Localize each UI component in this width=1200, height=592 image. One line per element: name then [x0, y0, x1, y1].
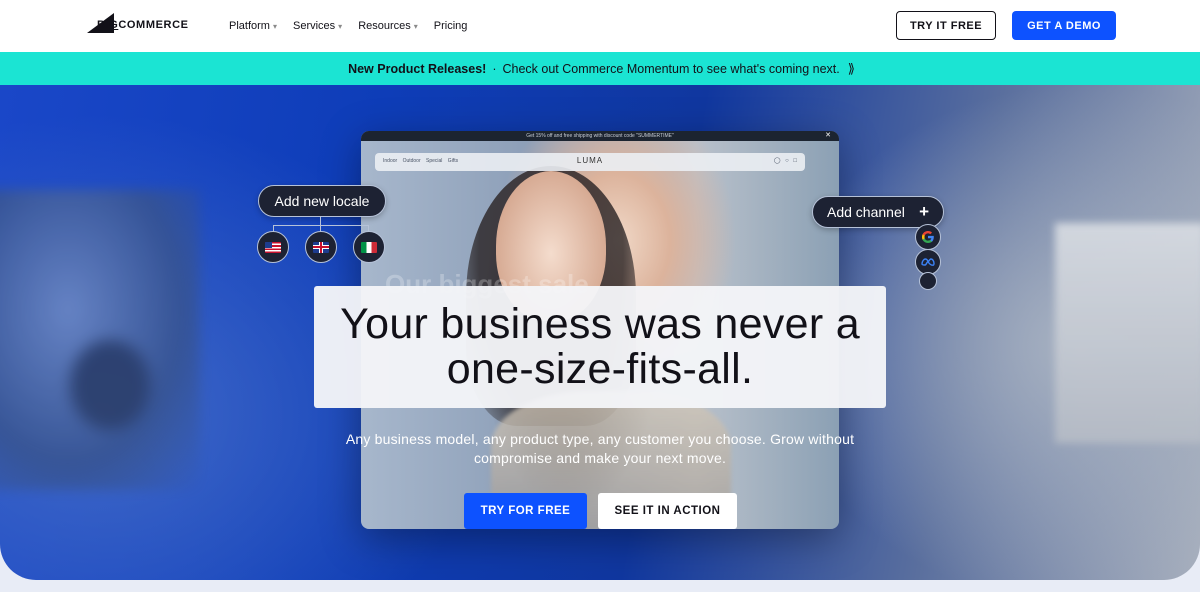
- announcement-banner[interactable]: New Product Releases! · Check out Commer…: [0, 52, 1200, 85]
- nav-resources[interactable]: Resources ▾: [358, 20, 418, 32]
- connector-line: [320, 217, 321, 225]
- mockup-icons: ◯ ○ □: [773, 158, 797, 164]
- mockup-navbar: Indoor Outdoor Special Gifts LUMA ◯ ○ □: [375, 153, 805, 171]
- hero-headline: Your business was never a one-size-fits-…: [340, 302, 860, 392]
- locale-label: Add new locale: [274, 193, 370, 209]
- try-it-free-button[interactable]: TRY IT FREE: [896, 11, 996, 40]
- see-it-in-action-button[interactable]: SEE IT IN ACTION: [598, 493, 737, 529]
- logo-text: BIGCOMMERCE: [97, 19, 189, 31]
- channel-label: Add channel: [827, 204, 905, 220]
- plus-icon: +: [919, 202, 929, 221]
- headline-line-2: one-size-fits-all.: [446, 345, 754, 393]
- chevron-down-icon: ▾: [272, 21, 277, 31]
- top-nav: BIGCOMMERCE Platform ▾ Services ▾ Resour…: [0, 0, 1200, 52]
- hero-section: Get 15% off and free shipping with disco…: [0, 85, 1200, 580]
- nav-resources-label: Resources: [358, 20, 411, 32]
- nav-services[interactable]: Services ▾: [293, 20, 342, 32]
- nav-platform-label: Platform: [229, 20, 270, 32]
- chevron-down-icon: ▾: [413, 21, 418, 31]
- nav-pricing[interactable]: Pricing: [434, 20, 468, 32]
- channel-icon[interactable]: [919, 272, 937, 290]
- banner-title: New Product Releases!: [348, 61, 487, 76]
- banner-separator: ·: [492, 61, 497, 76]
- nav-links: Platform ▾ Services ▾ Resources ▾ Pricin…: [229, 0, 467, 52]
- double-chevron-right-icon: ⟩⟩: [847, 60, 855, 76]
- close-icon: ✕: [825, 132, 831, 139]
- uk-flag-icon[interactable]: [305, 231, 337, 263]
- italy-flag-icon[interactable]: [353, 231, 385, 263]
- us-flag-icon[interactable]: [257, 231, 289, 263]
- get-a-demo-button[interactable]: GET A DEMO: [1012, 11, 1116, 40]
- try-for-free-button[interactable]: TRY FOR FREE: [464, 493, 587, 529]
- banner-text: Check out Commerce Momentum to see what'…: [502, 61, 840, 76]
- add-channel-pill[interactable]: Add channel +: [812, 196, 944, 228]
- chevron-down-icon: ▾: [338, 21, 343, 31]
- hero-subheadline: Any business model, any product type, an…: [345, 431, 855, 466]
- nav-pricing-label: Pricing: [433, 20, 468, 32]
- blurred-background-image: [1055, 223, 1200, 443]
- mockup-promo-bar: Get 15% off and free shipping with disco…: [361, 131, 839, 141]
- google-icon[interactable]: [915, 224, 941, 250]
- nav-services-label: Services: [292, 20, 336, 32]
- headline-card: Your business was never a one-size-fits-…: [314, 286, 886, 408]
- add-new-locale-pill[interactable]: Add new locale: [258, 185, 386, 217]
- blurred-background-image: [0, 190, 200, 490]
- bigcommerce-logo[interactable]: BIGCOMMERCE: [87, 13, 197, 35]
- headline-line-1: Your business was never a: [340, 300, 860, 348]
- nav-platform[interactable]: Platform ▾: [229, 20, 277, 32]
- mockup-brand: LUMA: [576, 156, 604, 165]
